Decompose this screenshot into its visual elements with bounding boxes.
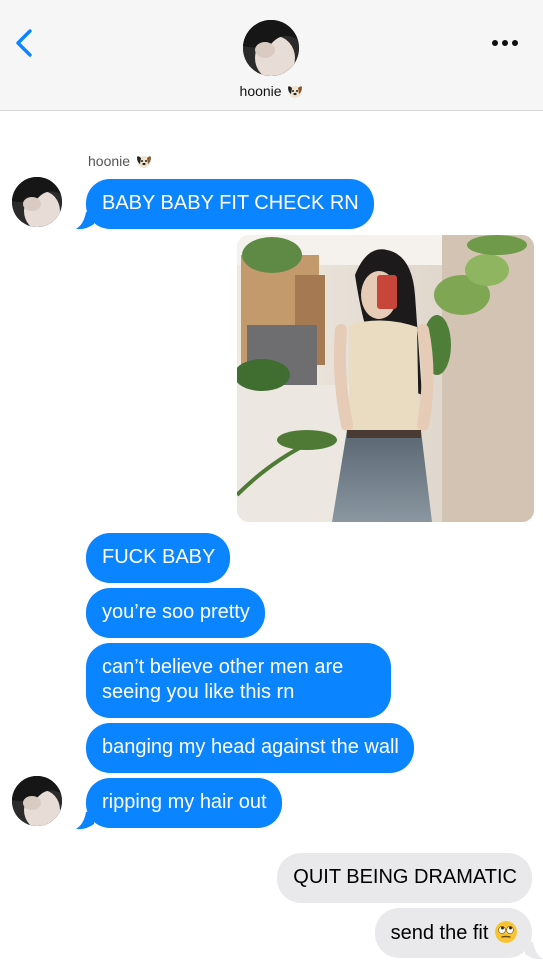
contact-name[interactable]: hoonie	[0, 83, 543, 99]
conversation-header: hoonie	[0, 0, 543, 111]
contact-avatar[interactable]	[243, 20, 299, 76]
sender-name-text: hoonie	[88, 153, 131, 169]
contact-name-text: hoonie	[239, 83, 282, 99]
sender-name: hoonie	[88, 153, 152, 169]
message-bubble[interactable]: banging my head against the wall	[86, 723, 414, 773]
message-bubble[interactable]: FUCK BABY	[86, 533, 231, 583]
sent-message-text: send the fit	[390, 922, 489, 944]
sender-avatar[interactable]	[12, 776, 62, 826]
message-bubble[interactable]: ripping my hair out	[86, 778, 282, 828]
photo-image	[237, 235, 534, 522]
message-photo[interactable]	[237, 235, 534, 522]
sent-message-bubble[interactable]: send the fit	[374, 908, 532, 958]
dog-emoji-icon	[136, 156, 151, 168]
message-bubble[interactable]: BABY BABY FIT CHECK RN	[86, 179, 374, 229]
sender-avatar[interactable]	[12, 177, 62, 227]
sent-message-bubble[interactable]: QUIT BEING DRAMATIC	[277, 853, 532, 903]
message-bubble[interactable]: you’re soo pretty	[86, 588, 265, 638]
message-bubble[interactable]: can’t believe other men are seeing you l…	[86, 643, 391, 718]
eye-roll-emoji-icon	[495, 921, 517, 943]
dog-emoji-icon	[288, 86, 303, 98]
more-dots-icon[interactable]	[490, 38, 520, 48]
chevron-left-icon[interactable]	[12, 28, 38, 58]
